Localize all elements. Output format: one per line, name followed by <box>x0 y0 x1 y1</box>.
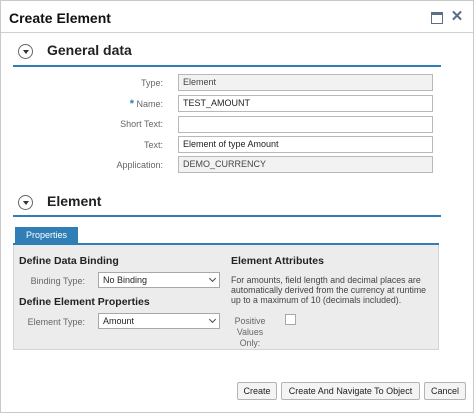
binding-type-value: No Binding <box>103 275 148 285</box>
dialog-title: Create Element <box>9 10 111 26</box>
maximize-icon[interactable] <box>431 12 443 24</box>
cancel-button[interactable]: Cancel <box>424 382 466 400</box>
name-input[interactable]: TEST_AMOUNT <box>178 95 433 112</box>
element-section-title: Element <box>47 193 102 209</box>
positive-values-checkbox[interactable] <box>285 314 296 325</box>
dialog-header: Create Element ✕ <box>1 1 473 33</box>
type-label: Type: <box>140 78 163 88</box>
binding-type-label: Binding Type: <box>30 276 85 286</box>
positive-values-label: Positive Values Only: <box>234 316 266 348</box>
name-label: * Name: <box>43 98 163 110</box>
element-toggle-icon[interactable] <box>18 195 33 210</box>
required-marker: * <box>129 98 134 110</box>
binding-type-select[interactable]: No Binding <box>98 272 220 288</box>
application-field: DEMO_CURRENCY <box>178 156 433 173</box>
short-text-input[interactable] <box>178 116 433 133</box>
close-icon[interactable]: ✕ <box>450 9 464 24</box>
create-button[interactable]: Create <box>237 382 277 400</box>
chevron-down-icon <box>208 274 217 283</box>
general-data-divider <box>13 65 441 67</box>
create-and-navigate-button[interactable]: Create And Navigate To Object <box>281 382 420 400</box>
attributes-info-text: For amounts, field length and decimal pl… <box>231 275 427 305</box>
application-label: Application: <box>116 160 163 170</box>
define-data-binding-title: Define Data Binding <box>19 255 119 267</box>
element-type-value: Amount <box>103 316 135 326</box>
element-divider <box>13 215 441 217</box>
element-type-label: Element Type: <box>27 317 85 327</box>
short-text-label: Short Text: <box>120 119 163 129</box>
element-type-select[interactable]: Amount <box>98 313 220 329</box>
text-input[interactable]: Element of type Amount <box>178 136 433 153</box>
chevron-down-icon <box>208 315 217 324</box>
define-element-properties-title: Define Element Properties <box>19 296 150 308</box>
element-attributes-title: Element Attributes <box>231 255 324 267</box>
type-field: Element <box>178 74 433 91</box>
tab-properties[interactable]: Properties <box>15 227 78 244</box>
name-label-text: Name: <box>136 99 163 109</box>
create-element-dialog: Create Element ✕ General data Type: Elem… <box>0 0 474 413</box>
general-data-toggle-icon[interactable] <box>18 44 33 59</box>
text-label: Text: <box>143 140 163 150</box>
general-data-title: General data <box>47 42 132 58</box>
